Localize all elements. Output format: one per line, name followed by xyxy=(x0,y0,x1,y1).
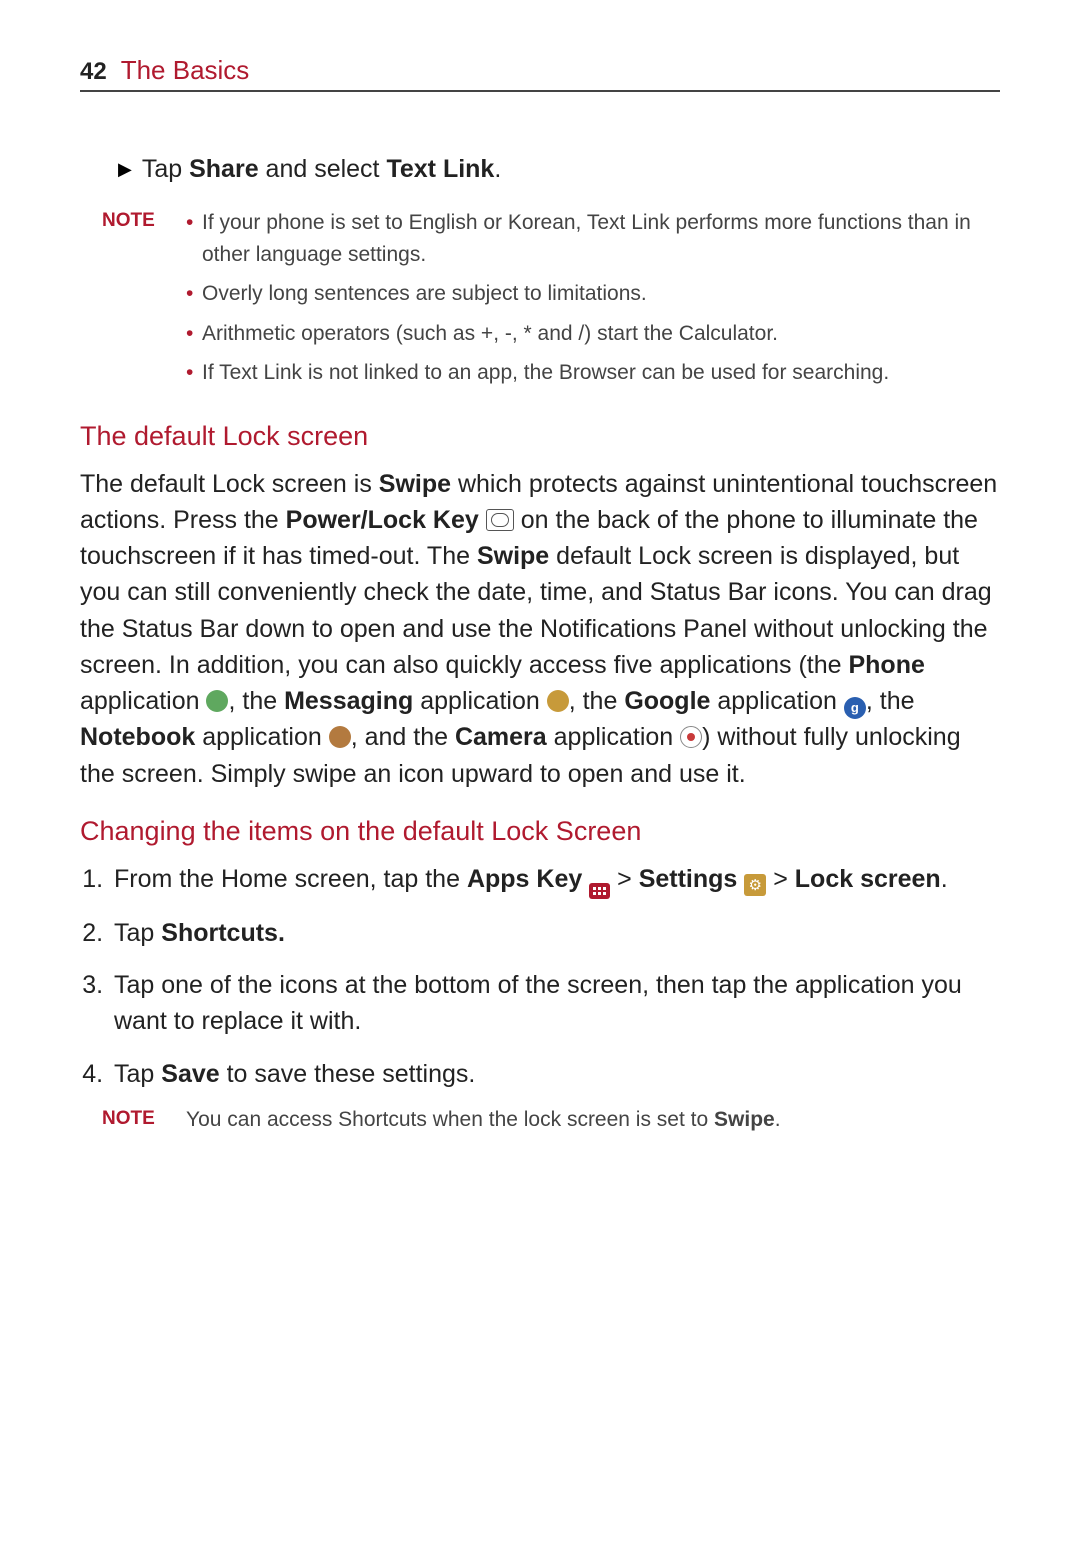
step-3: Tap one of the icons at the bottom of th… xyxy=(110,967,1000,1040)
apps-key-icon xyxy=(589,883,610,899)
page-header: 42 The Basics xyxy=(80,55,1000,92)
note-label: NOTE xyxy=(102,1108,164,1132)
note-item: Arithmetic operators (such as +, -, * an… xyxy=(186,318,1000,350)
google-app-icon: g xyxy=(844,697,866,719)
note-shortcuts: NOTE You can access Shortcuts when the l… xyxy=(102,1108,1000,1132)
step-2: Tap Shortcuts. xyxy=(110,915,1000,951)
note-item: Overly long sentences are subject to lim… xyxy=(186,278,1000,310)
note-item: If your phone is set to English or Korea… xyxy=(186,207,1000,270)
page-number: 42 xyxy=(80,58,107,86)
note-textlink: NOTE If your phone is set to English or … xyxy=(102,207,1000,397)
notebook-app-icon xyxy=(329,726,351,748)
step-1: From the Home screen, tap the Apps Key >… xyxy=(110,861,1000,899)
power-lock-key-icon xyxy=(486,509,514,531)
manual-page: 42 The Basics ▶ Tap Share and select Tex… xyxy=(0,0,1080,1192)
phone-app-icon xyxy=(206,690,228,712)
chapter-title: The Basics xyxy=(121,55,250,86)
section-default-lock-screen: The default Lock screen xyxy=(80,421,1000,452)
triangle-bullet-icon: ▶ xyxy=(118,152,132,186)
note-text: You can access Shortcuts when the lock s… xyxy=(186,1108,781,1132)
camera-app-icon xyxy=(680,726,702,748)
share-textlink-text: Tap Share and select Text Link. xyxy=(142,152,501,187)
step-4: Tap Save to save these settings. xyxy=(110,1056,1000,1092)
share-textlink-step: ▶ Tap Share and select Text Link. xyxy=(118,152,1000,187)
section-changing-lock-items: Changing the items on the default Lock S… xyxy=(80,816,1000,847)
steps-list: From the Home screen, tap the Apps Key >… xyxy=(80,861,1000,1092)
messaging-app-icon xyxy=(547,690,569,712)
note-label: NOTE xyxy=(102,207,164,397)
settings-icon: ⚙ xyxy=(744,874,766,896)
note-list: If your phone is set to English or Korea… xyxy=(186,207,1000,397)
note-item: If Text Link is not linked to an app, th… xyxy=(186,357,1000,389)
default-lock-screen-paragraph: The default Lock screen is Swipe which p… xyxy=(80,466,1000,792)
